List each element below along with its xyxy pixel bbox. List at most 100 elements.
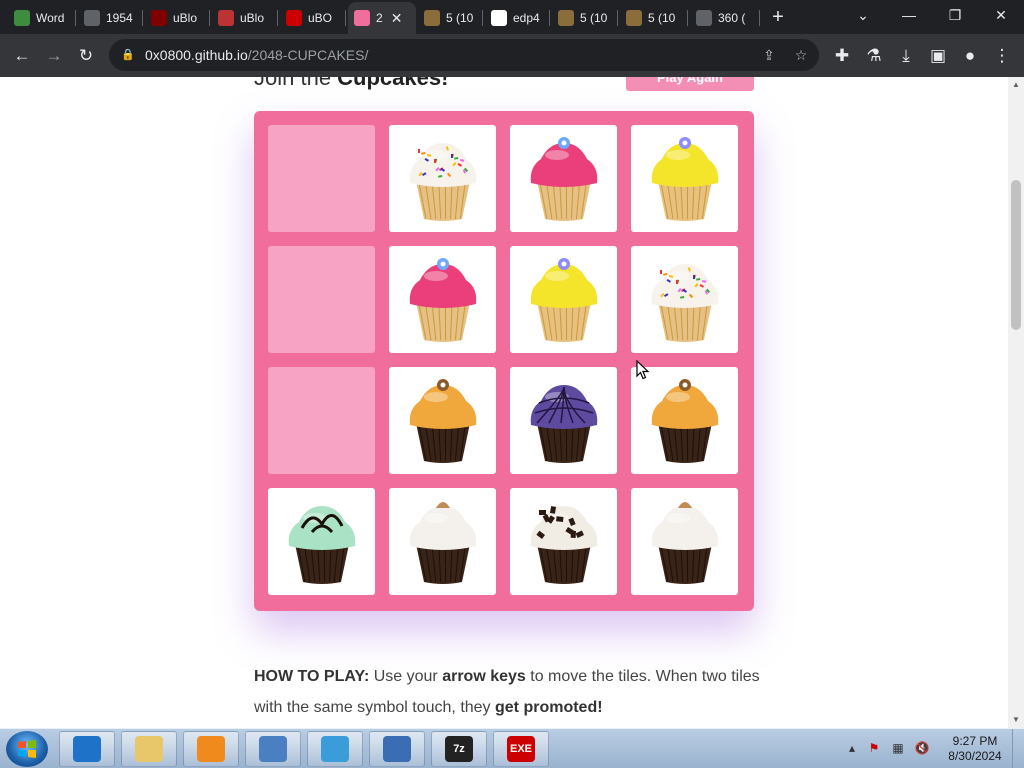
profile-button[interactable]: ● xyxy=(956,42,984,70)
reload-button[interactable]: ↻ xyxy=(72,42,100,70)
tab-separator xyxy=(277,10,278,26)
globe-icon xyxy=(84,10,100,26)
tab-4[interactable]: uBO xyxy=(280,4,346,32)
scroll-down-icon[interactable]: ▼ xyxy=(1008,712,1024,728)
taskbar-control-panel[interactable] xyxy=(245,731,301,767)
puzzle-icon: ✚ xyxy=(834,46,850,65)
address-bar[interactable]: 🔒 0x0800.github.io/2048-CUPCAKES/ ⇪ ☆ xyxy=(109,39,819,71)
volume-muted-icon[interactable]: 🔇 xyxy=(914,741,930,757)
taskbar: 7z EXE ▴ ⚑ ▦ 🔇 9:27 PM 8/30/2024 xyxy=(0,728,1024,768)
taskbar-media-player[interactable] xyxy=(183,731,239,767)
tile-vanilla-chocolate xyxy=(389,488,496,595)
tab-10[interactable]: 360 ( xyxy=(690,4,760,32)
tab-separator xyxy=(142,10,143,26)
tab-label: edp4 xyxy=(513,11,540,25)
arrow-right-icon: → xyxy=(45,46,63,65)
taskbar-document[interactable] xyxy=(369,731,425,767)
mint-chocolate-cupcake-icon xyxy=(288,505,355,584)
tab-8[interactable]: 5 (10 xyxy=(552,4,618,32)
tab-0[interactable]: Word xyxy=(8,4,76,32)
taskbar-ie[interactable] xyxy=(59,731,115,767)
url-path: /2048-CUPCAKES/ xyxy=(247,47,369,63)
howto-label: HOW TO PLAY: xyxy=(254,668,370,685)
tile-vanilla-chocolate xyxy=(631,488,738,595)
new-tab-button[interactable]: + xyxy=(766,5,790,29)
how-to-play: HOW TO PLAY: Use your arrow keys to move… xyxy=(254,661,774,723)
explorer-icon xyxy=(135,736,163,762)
page-title: Join the Cupcakes! xyxy=(254,77,448,91)
tile-pink-frosting xyxy=(510,125,617,232)
tab-search-button[interactable]: ⌄ xyxy=(840,0,886,30)
back-button[interactable]: ← xyxy=(8,42,36,70)
vertical-scrollbar[interactable]: ▲ ▼ xyxy=(1008,77,1024,728)
forward-button[interactable]: → xyxy=(40,42,68,70)
bookmark-star-icon[interactable]: ☆ xyxy=(791,45,811,65)
action-center-icon[interactable]: ⚑ xyxy=(866,741,882,757)
empty-cell xyxy=(268,367,375,474)
start-button[interactable] xyxy=(6,731,48,767)
tile-mint-chocolate xyxy=(268,488,375,595)
tab-label: 5 (10 xyxy=(446,11,474,25)
clock-date: 8/30/2024 xyxy=(948,749,1002,763)
flask-icon: ⚗ xyxy=(866,46,882,65)
play-again-button[interactable]: Play Again xyxy=(626,77,754,91)
pink-frosting-cupcake-icon xyxy=(409,257,476,342)
yellow-frosting-cupcake-icon xyxy=(530,257,597,342)
tab-9[interactable]: 5 (10 xyxy=(620,4,688,32)
tab-label: 5 (10 xyxy=(648,11,676,25)
show-desktop-button[interactable] xyxy=(1012,729,1024,768)
howto-text-1: Use your xyxy=(369,668,443,685)
tray-expand-icon[interactable]: ▴ xyxy=(844,741,860,757)
taskbar-youtube-exe[interactable]: EXE xyxy=(493,731,549,767)
arrow-left-icon: ← xyxy=(13,46,31,65)
youtube-exe-icon: EXE xyxy=(507,736,535,762)
share-icon[interactable]: ⇪ xyxy=(759,45,779,65)
taskbar-explorer[interactable] xyxy=(121,731,177,767)
sprinkle-white-cupcake-icon xyxy=(409,142,476,221)
tile-cookies-cream xyxy=(510,488,617,595)
tab-7[interactable]: edp4 xyxy=(485,4,550,32)
tab-label: uBlo xyxy=(173,11,198,25)
extensions-button[interactable]: ✚ xyxy=(828,42,856,70)
minimize-button[interactable]: — xyxy=(886,0,932,30)
chrome-icon xyxy=(321,736,349,762)
scroll-thumb[interactable] xyxy=(1011,180,1021,330)
tab-2[interactable]: uBlo xyxy=(145,4,210,32)
browser-toolbar: ← → ↻ 🔒 0x0800.github.io/2048-CUPCAKES/ … xyxy=(0,34,1024,77)
side-panel-button[interactable]: ▣ xyxy=(924,42,952,70)
empty-cell xyxy=(268,246,375,353)
tab-separator xyxy=(75,10,76,26)
tile-sprinkle-white xyxy=(389,125,496,232)
tab-6[interactable]: 5 (10 xyxy=(418,4,483,32)
control-panel-icon xyxy=(259,736,287,762)
taskbar-chrome[interactable] xyxy=(307,731,363,767)
restore-button[interactable]: ❐ xyxy=(932,0,978,30)
title-bold: Cupcakes! xyxy=(337,77,449,90)
menu-button[interactable]: ⋮ xyxy=(988,42,1016,70)
tile-orange-chocolate xyxy=(389,367,496,474)
page-content: Join the Cupcakes! Play Again HOW TO PLA… xyxy=(0,77,1008,728)
close-tab-icon[interactable]: ✕ xyxy=(391,10,403,27)
document-icon xyxy=(383,736,411,762)
folder-icon xyxy=(626,10,642,26)
cupcake-icon xyxy=(354,10,370,26)
reload-icon: ↻ xyxy=(78,46,94,65)
orange-chocolate-cupcake-icon xyxy=(409,378,476,463)
tab-5[interactable]: 2 ✕ xyxy=(348,2,416,34)
scroll-up-icon[interactable]: ▲ xyxy=(1008,77,1024,93)
close-window-button[interactable]: ✕ xyxy=(978,0,1024,30)
tab-label: Word xyxy=(36,11,65,25)
taskbar-7zip[interactable]: 7z xyxy=(431,731,487,767)
tile-purple-web xyxy=(510,367,617,474)
labs-button[interactable]: ⚗ xyxy=(860,42,888,70)
tile-sprinkle-white xyxy=(631,246,738,353)
downloads-button[interactable]: ⤓ xyxy=(892,42,920,70)
network-icon[interactable]: ▦ xyxy=(890,741,906,757)
tab-label: 360 ( xyxy=(718,11,746,25)
system-clock[interactable]: 9:27 PM 8/30/2024 xyxy=(944,734,1006,764)
tab-separator xyxy=(209,10,210,26)
tab-3[interactable]: uBlo xyxy=(212,4,278,32)
windows-logo-icon xyxy=(18,740,36,758)
tab-1[interactable]: 1954 xyxy=(78,4,143,32)
media-player-icon xyxy=(197,736,225,762)
